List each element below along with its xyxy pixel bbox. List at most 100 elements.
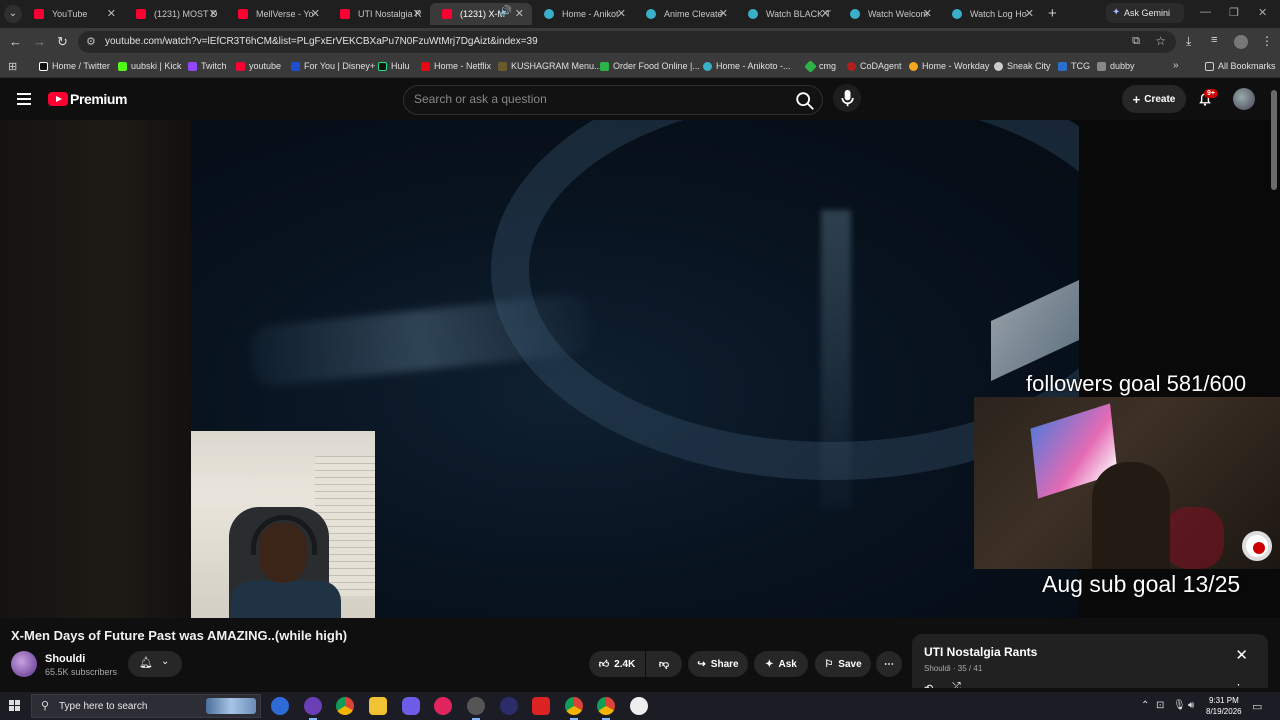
ask-button[interactable]: ✦ Ask — [754, 651, 808, 677]
hamburger-menu-icon[interactable] — [17, 93, 31, 105]
bookmark-item[interactable]: Twitch — [188, 61, 227, 71]
search-input[interactable] — [414, 92, 774, 106]
cast-icon[interactable]: ⧉ — [1132, 35, 1140, 48]
browser-tab[interactable]: Home - Anikot ✕ — [532, 3, 634, 25]
clock-app-icon[interactable] — [630, 697, 648, 715]
page-scrollbar[interactable] — [1271, 90, 1277, 190]
bookmark-item[interactable]: Home - Anikoto -... — [703, 61, 791, 71]
like-button[interactable]: 👍︎ 2.4K — [589, 651, 645, 677]
close-tab-icon[interactable]: ✕ — [923, 7, 932, 20]
browser-tab[interactable]: Anime Clevate ✕ — [634, 3, 736, 25]
browser-tab[interactable]: YouTube ✕ — [22, 3, 124, 25]
share-button[interactable]: ↪ Share — [688, 651, 748, 677]
profile-avatar[interactable] — [1234, 35, 1248, 49]
bookmark-item[interactable]: CoDAgent — [847, 61, 902, 71]
download-icon[interactable]: ⤓ — [1186, 34, 1191, 49]
taskbar-search-box[interactable]: ⚲ Type here to search — [31, 694, 261, 718]
site-info-icon[interactable]: ⚙ — [86, 35, 96, 48]
media-player-icon[interactable] — [434, 697, 452, 715]
taskbar-app-icon[interactable] — [532, 697, 550, 715]
bookmark-star-icon[interactable]: ☆ — [1155, 34, 1166, 48]
close-tab-icon[interactable]: ✕ — [515, 7, 524, 20]
close-playlist-icon[interactable]: ✕ — [1235, 646, 1248, 664]
chrome-icon[interactable] — [565, 697, 583, 720]
media-controls-icon[interactable]: ≡ — [1211, 34, 1217, 46]
address-bar[interactable]: ⚙ youtube.com/watch?v=lEfCR3T6hCM&list=P… — [78, 31, 1176, 53]
network-icon[interactable]: ⊡ — [1156, 700, 1164, 711]
shuffle-icon[interactable]: ⤮ — [952, 681, 961, 688]
search-box[interactable] — [403, 85, 823, 115]
volume-icon[interactable]: 🔊︎ — [1188, 700, 1194, 711]
reload-icon[interactable]: ↻ — [57, 34, 68, 50]
clock-date[interactable]: 8/19/2026 — [1206, 707, 1242, 716]
close-tab-icon[interactable]: ✕ — [617, 7, 626, 20]
clock-time[interactable]: 9:31 PM — [1209, 696, 1239, 705]
bookmark-item[interactable]: Hulu — [378, 61, 410, 71]
url-text[interactable]: youtube.com/watch?v=lEfCR3T6hCM&list=PLg… — [105, 36, 538, 47]
chrome-icon[interactable] — [336, 697, 354, 715]
windows-start-icon[interactable] — [9, 700, 21, 712]
user-avatar[interactable] — [1233, 88, 1255, 110]
browser-tab[interactable]: MellVerse - Yo ✕ — [226, 3, 328, 25]
create-button[interactable]: + Create — [1122, 85, 1186, 113]
close-tab-icon[interactable]: ✕ — [413, 7, 422, 20]
taskbar-app-icon[interactable] — [467, 697, 485, 720]
close-tab-icon[interactable]: ✕ — [719, 7, 728, 20]
notification-center-icon[interactable]: ▭ — [1252, 700, 1262, 713]
bookmark-item[interactable]: KUSHAGRAM Menu... — [498, 61, 602, 71]
browser-tab[interactable]: Watch BLACK T ✕ — [736, 3, 838, 25]
bookmark-item[interactable]: Sneak City — [994, 61, 1051, 71]
minimize-window-icon[interactable]: — — [1200, 6, 1211, 18]
subscription-notification-button[interactable]: 🔔︎ ⌄ — [128, 651, 182, 677]
close-tab-icon[interactable]: ✕ — [821, 7, 830, 20]
bookmark-item[interactable]: Home - Workday — [909, 61, 989, 71]
youtube-premium-logo[interactable]: Premium — [48, 91, 128, 107]
show-hidden-icons-chevron-icon[interactable]: ⌃ — [1141, 700, 1149, 711]
chrome-icon[interactable] — [597, 697, 615, 720]
bookmark-item[interactable]: Home / Twitter — [39, 61, 110, 71]
game-controller-icon[interactable] — [402, 697, 420, 715]
loop-icon[interactable]: ⟲ — [924, 682, 933, 688]
close-tab-icon[interactable]: ✕ — [311, 7, 320, 20]
bookmark-item[interactable]: Home - Netflix — [421, 61, 491, 71]
tab-search-dropdown-icon[interactable]: ⌄ — [4, 5, 22, 23]
bookmark-item[interactable]: uubski | Kick — [118, 61, 181, 71]
new-tab-plus-icon[interactable]: + — [1048, 5, 1057, 22]
playlist-title[interactable]: UTI Nostalgia Rants — [924, 645, 1037, 659]
taskbar-app-icon[interactable] — [500, 697, 518, 715]
more-actions-button[interactable]: ⋯ — [876, 651, 902, 677]
channel-name[interactable]: Shouldi — [45, 653, 85, 665]
bookmark-item[interactable]: cmg — [804, 60, 836, 73]
all-bookmarks-folder[interactable]: All Bookmarks — [1205, 61, 1276, 71]
taskbar-app-icon[interactable] — [271, 697, 289, 715]
video-player[interactable]: followers goal 581/600 Aug sub goal 13/2… — [0, 120, 1280, 618]
browser-tab[interactable]: UTI Nostalgia R ✕ — [328, 3, 430, 25]
browser-tab[interactable]: Watch Welcom ✕ — [838, 3, 940, 25]
restore-window-icon[interactable]: ❐ — [1229, 6, 1239, 19]
back-arrow-icon[interactable]: ← — [9, 34, 22, 49]
ask-gemini-button[interactable]: ✦ Ask Gemini — [1106, 3, 1184, 23]
playlist-menu-icon[interactable]: ⋮ — [1233, 682, 1244, 688]
forward-arrow-icon[interactable]: → — [33, 34, 46, 49]
bookmark-item[interactable]: youtube — [236, 61, 281, 71]
microphone-icon[interactable]: 🎙︎ — [1173, 700, 1186, 711]
taskbar-app-icon[interactable] — [304, 697, 322, 720]
bookmark-item[interactable]: TCG — [1058, 61, 1090, 71]
file-explorer-icon[interactable] — [369, 697, 387, 715]
browser-tab[interactable]: (1231) MOST D ✕ — [124, 3, 226, 25]
more-bookmarks-chevron-icon[interactable]: » — [1173, 60, 1179, 71]
bookmark-item[interactable]: Order Food Online |... — [600, 61, 700, 71]
close-window-icon[interactable]: ✕ — [1258, 6, 1267, 19]
close-tab-icon[interactable]: ✕ — [1025, 7, 1034, 20]
search-icon[interactable] — [794, 90, 816, 112]
bookmark-item[interactable]: For You | Disney+ — [291, 61, 375, 71]
apps-grid-icon[interactable]: ⊞ — [8, 60, 17, 73]
browser-tab[interactable]: Watch Log Ho ✕ — [940, 3, 1042, 25]
browser-menu-icon[interactable]: ⋮ — [1261, 34, 1273, 48]
channel-avatar[interactable] — [11, 651, 37, 677]
voice-search-button[interactable] — [833, 84, 861, 112]
bookmark-item[interactable]: dubby — [1097, 61, 1135, 71]
save-button[interactable]: ⚐ Save — [815, 651, 871, 677]
browser-tab-active[interactable]: (1231) X-M 🔊 ✕ — [430, 3, 532, 25]
close-tab-icon[interactable]: ✕ — [107, 7, 116, 20]
